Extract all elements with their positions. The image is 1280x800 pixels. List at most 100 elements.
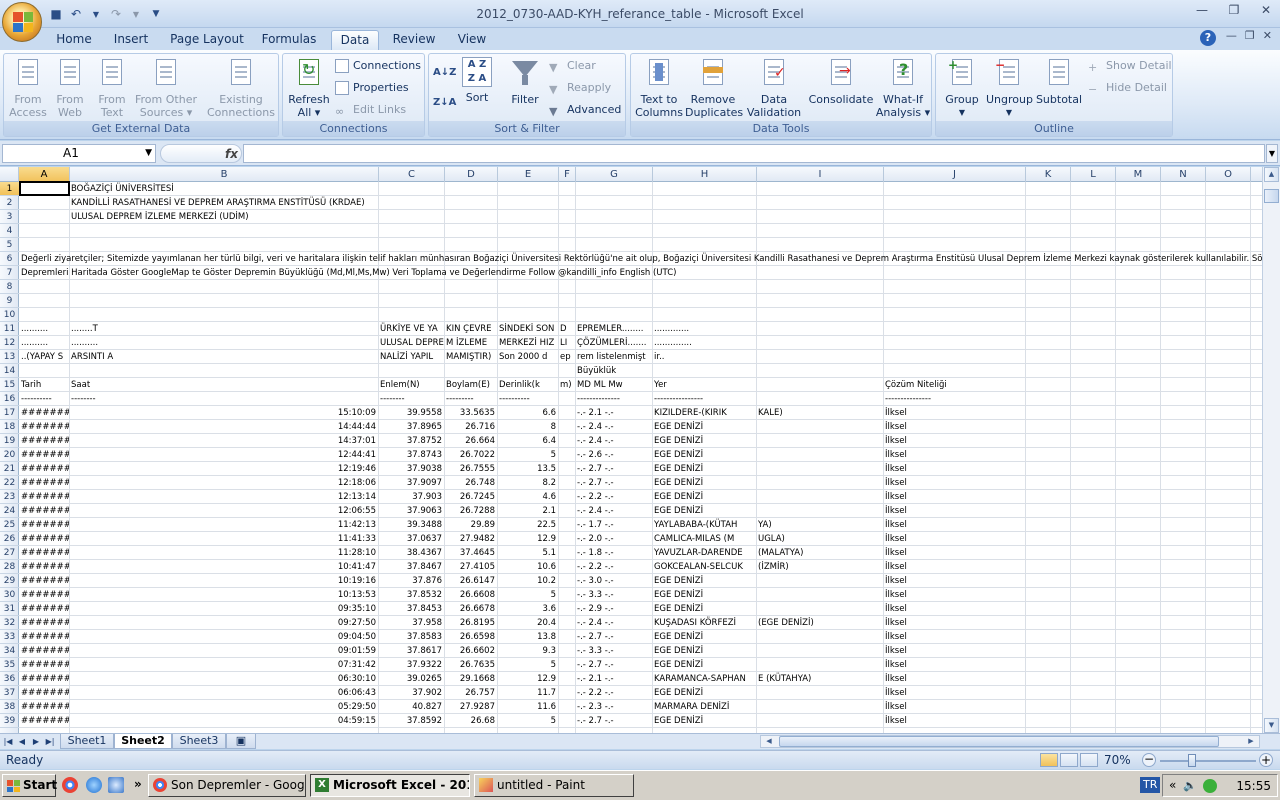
cell-b12[interactable]: .......... [69, 336, 378, 350]
zoom-slider-track[interactable] [1160, 760, 1256, 762]
cell-place2[interactable] [756, 588, 883, 602]
cell-g12[interactable]: ÇÖZÜMLERİ....... [575, 336, 652, 350]
cell-d11[interactable]: KIN ÇEVRE [444, 322, 497, 336]
row-header[interactable]: 3 [0, 210, 19, 224]
cell-date[interactable]: ######### [19, 504, 69, 518]
cell-place2[interactable] [756, 420, 883, 434]
cell-place[interactable]: EGE DENİZİ [652, 476, 756, 490]
cell-sol[interactable]: İlksel [883, 490, 1025, 504]
cell-lon[interactable]: 26.7288 [444, 504, 497, 518]
cell-mag[interactable]: -.- 2.4 -.- [575, 434, 652, 448]
tab-page-layout[interactable]: Page Layout [168, 30, 246, 50]
cell-lon[interactable]: 29.1668 [444, 672, 497, 686]
cell-sol[interactable]: İlksel [883, 714, 1025, 728]
cell-mag[interactable]: -.- 2.6 -.- [575, 448, 652, 462]
cell-date[interactable]: ######### [19, 532, 69, 546]
tab-review[interactable]: Review [390, 30, 438, 50]
cell-place2[interactable]: (EGE DENİZİ) [756, 616, 883, 630]
cell-h12[interactable]: .............. [652, 336, 756, 350]
sort-a-z-button[interactable]: A↓Z [433, 64, 456, 82]
cell-mag[interactable]: -.- 2.4 -.- [575, 504, 652, 518]
cell-place[interactable]: KIZILDERE-(KIRIK [652, 406, 756, 420]
vertical-scrollbar[interactable]: ▲ ▼ [1262, 167, 1280, 733]
cell-a11[interactable]: .......... [19, 322, 69, 336]
cell-time[interactable]: 14:44:44 [69, 420, 378, 434]
cell-time[interactable]: 12:13:14 [69, 490, 378, 504]
cell-sol[interactable]: İlksel [883, 560, 1025, 574]
cell-lon[interactable]: 26.6598 [444, 630, 497, 644]
cell-sol[interactable]: İlksel [883, 574, 1025, 588]
cell-place[interactable]: YAVUZLAR-DARENDE [652, 546, 756, 560]
cell-place2[interactable]: E (KÜTAHYA) [756, 672, 883, 686]
cell-lon[interactable]: 26.757 [444, 686, 497, 700]
cell-g13[interactable]: rem listelenmişt [575, 350, 652, 364]
cell-a16[interactable]: ---------- [19, 392, 69, 406]
cell-depth[interactable]: 13.5 [497, 462, 558, 476]
cell-lat[interactable]: 39.9558 [378, 406, 444, 420]
row-header[interactable]: 17 [0, 406, 19, 420]
cells-area[interactable]: BOĞAZİÇİ ÜNİVERSİTESİ KANDİLLİ RASATHANE… [19, 182, 1262, 733]
cell-place2[interactable]: UGLA) [756, 532, 883, 546]
cell-lon[interactable]: 26.748 [444, 476, 497, 490]
row-header[interactable]: 22 [0, 476, 19, 490]
cell-d12[interactable]: M İZLEME [444, 336, 497, 350]
advanced-button[interactable]: ▼ Advanced [549, 101, 621, 119]
row-header[interactable]: 23 [0, 490, 19, 504]
task-excel[interactable]: X Microsoft Excel - 201... [310, 774, 470, 797]
cell-c16[interactable]: -------- [378, 392, 444, 406]
cell-b1[interactable]: BOĞAZİÇİ ÜNİVERSİTESİ [69, 182, 176, 196]
cell-place[interactable]: EGE DENİZİ [652, 448, 756, 462]
row-header[interactable]: 25 [0, 518, 19, 532]
sort-button[interactable]: A ZZ A Sort [459, 57, 495, 104]
page-break-view-icon[interactable] [1080, 753, 1098, 767]
select-all-corner[interactable] [0, 167, 19, 182]
cell-sol[interactable]: İlksel [883, 546, 1025, 560]
cell-lon[interactable]: 26.664 [444, 434, 497, 448]
cell-time[interactable]: 09:01:59 [69, 644, 378, 658]
cell-time[interactable]: 10:19:16 [69, 574, 378, 588]
cell-f11[interactable]: D [558, 322, 575, 336]
cell-depth[interactable]: 3.6 [497, 602, 558, 616]
cell-lon[interactable]: 26.7245 [444, 490, 497, 504]
cell-place[interactable]: GOKCEALAN-SELCUK [652, 560, 756, 574]
cell-h16[interactable]: ---------------- [652, 392, 756, 406]
cell-time[interactable]: 11:28:10 [69, 546, 378, 560]
row-header[interactable]: 8 [0, 280, 19, 294]
cell-b13[interactable]: ARSINTI A [69, 350, 378, 364]
cell-date[interactable]: ######### [19, 462, 69, 476]
tab-insert[interactable]: Insert [108, 30, 154, 50]
tray-expand-icon[interactable]: « [1169, 778, 1176, 792]
cell-depth[interactable]: 12.9 [497, 532, 558, 546]
cell-lat[interactable]: 37.9097 [378, 476, 444, 490]
cell-time[interactable]: 12:18:06 [69, 476, 378, 490]
insert-sheet-icon[interactable]: ▣ [226, 734, 256, 749]
next-sheet-icon[interactable]: ▶ [30, 735, 42, 748]
cell-sol[interactable]: İlksel [883, 434, 1025, 448]
cell-sol[interactable]: İlksel [883, 518, 1025, 532]
cell-lon[interactable]: 26.7022 [444, 448, 497, 462]
cell-date[interactable]: ######### [19, 686, 69, 700]
tab-view[interactable]: View [452, 30, 492, 50]
cell-depth[interactable]: 11.6 [497, 700, 558, 714]
task-paint[interactable]: untitled - Paint [474, 774, 634, 797]
cell-mag[interactable]: -.- 2.3 -.- [575, 700, 652, 714]
column-header-b[interactable]: B [70, 167, 379, 182]
cell-date[interactable]: ######### [19, 644, 69, 658]
show-detail-button[interactable]: + Show Detail [1088, 57, 1172, 75]
cell-lat[interactable]: 40.827 [378, 700, 444, 714]
cell-place2[interactable]: (MALATYA) [756, 546, 883, 560]
cell-lon[interactable]: 29.89 [444, 518, 497, 532]
cell-date[interactable]: ######### [19, 476, 69, 490]
cell-depth[interactable]: 11.7 [497, 686, 558, 700]
office-button[interactable] [2, 2, 42, 42]
worksheet-grid[interactable]: A B C D E F G H I J K L M N O 1234567891… [0, 167, 1262, 733]
cell-lon[interactable]: 26.7555 [444, 462, 497, 476]
cell-place2[interactable] [756, 462, 883, 476]
cell-sol[interactable]: İlksel [883, 644, 1025, 658]
cell-lon[interactable]: 37.4645 [444, 546, 497, 560]
row-header[interactable]: 10 [0, 308, 19, 322]
cell-sol[interactable]: İlksel [883, 588, 1025, 602]
cell-lat[interactable]: 37.8592 [378, 714, 444, 728]
cell-mag[interactable]: -.- 2.2 -.- [575, 490, 652, 504]
cell-c15[interactable]: Enlem(N) [378, 378, 444, 392]
